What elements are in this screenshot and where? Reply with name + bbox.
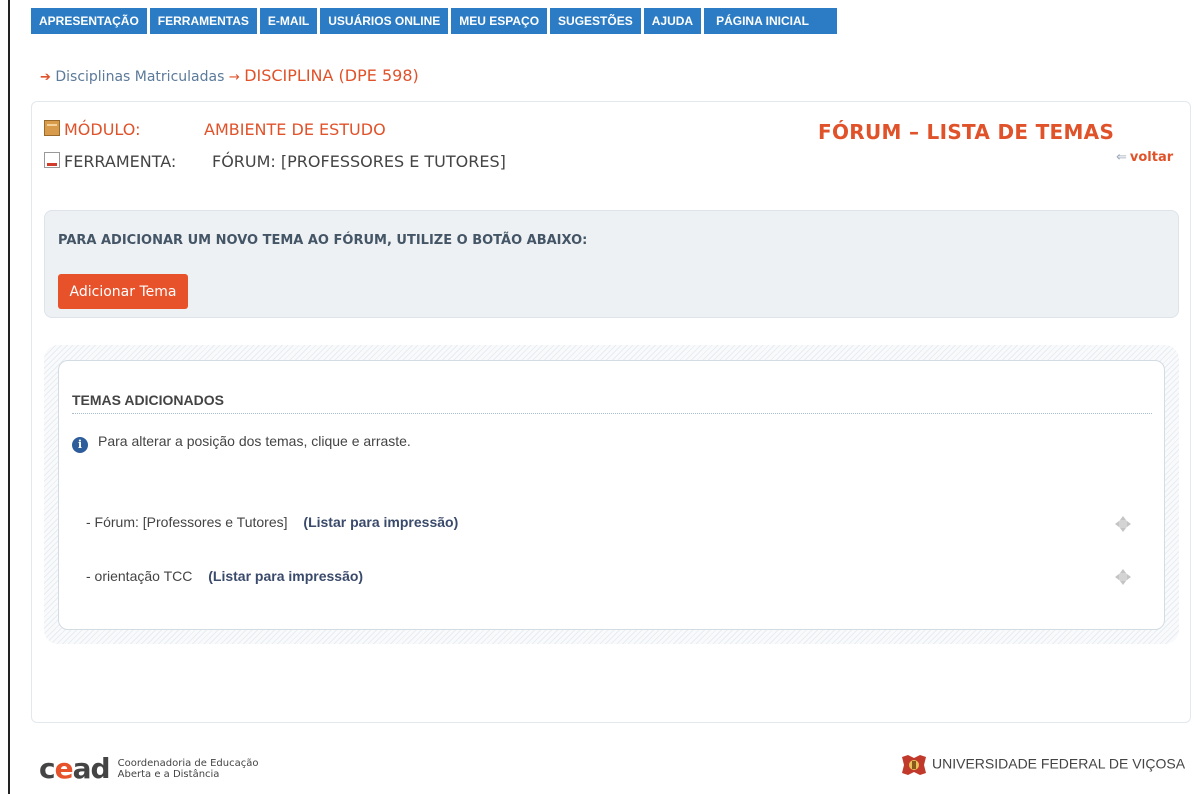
cead-logo-text: Coordenadoria de Educação Aberta e a Dis… [118, 758, 259, 780]
cead-line2: Aberta e a Distância [117, 768, 220, 780]
university-name: UNIVERSIDADE FEDERAL DE VIÇOSA [932, 755, 1186, 772]
nav-usuarios-online[interactable]: USUÁRIOS ONLINE [320, 8, 449, 34]
topics-divider [72, 413, 1152, 414]
nav-sugestoes[interactable]: SUGESTÕES [550, 8, 641, 34]
nav-meu-espaco[interactable]: MEU ESPAÇO [451, 8, 548, 34]
nav-pagina-inicial[interactable]: PÁGINA INICIAL [704, 8, 837, 34]
breadcrumb-disciplinas-link[interactable]: Disciplinas Matriculadas [55, 69, 224, 85]
arrow-right-icon: → [228, 70, 240, 85]
info-icon: i [72, 437, 88, 453]
topics-info-text: Para alterar a posição dos temas, clique… [98, 433, 411, 449]
add-topic-instruction: PARA ADICIONAR UM NOVO TEMA AO FÓRUM, UT… [58, 233, 588, 248]
drag-handle-icon[interactable] [1114, 568, 1132, 586]
topic-name[interactable]: - orientação TCC [86, 568, 192, 584]
breadcrumb-current: DISCIPLINA (DPE 598) [244, 66, 419, 85]
page-title: FÓRUM – LISTA DE TEMAS [818, 120, 1115, 144]
list-item[interactable]: - orientação TCC (Listar para impressão) [86, 568, 363, 584]
print-list-link[interactable]: (Listar para impressão) [208, 568, 363, 584]
back-link[interactable]: ⇐ voltar [1116, 150, 1173, 165]
nav-apresentacao[interactable]: APRESENTAÇÃO [31, 8, 147, 34]
nav-email[interactable]: E-MAIL [259, 8, 318, 34]
print-list-link[interactable]: (Listar para impressão) [303, 514, 458, 530]
nav-ajuda[interactable]: AJUDA [643, 8, 702, 34]
box-icon [44, 120, 60, 136]
topic-name[interactable]: - Fórum: [Professores e Tutores] [86, 514, 288, 530]
ufv-logo[interactable]: UNIVERSIDADE FEDERAL DE VIÇOSA [900, 753, 1185, 777]
topics-heading: TEMAS ADICIONADOS [72, 392, 224, 408]
add-topic-button[interactable]: Adicionar Tema [58, 274, 188, 309]
cead-line1: Coordenadoria de Educação [117, 757, 259, 769]
drag-handle-icon[interactable] [1114, 515, 1132, 533]
module-label: MÓDULO: [64, 120, 141, 139]
topics-info: i Para alterar a posição dos temas, cliqu… [72, 433, 411, 453]
file-icon [44, 152, 60, 168]
breadcrumb: ➔ Disciplinas Matriculadas → DISCIPLINA … [40, 66, 419, 85]
nav-ferramentas[interactable]: FERRAMENTAS [149, 8, 257, 34]
arrow-left-icon: ⇐ [1116, 150, 1127, 165]
tool-value: FÓRUM: [PROFESSORES E TUTORES] [212, 152, 506, 171]
list-item[interactable]: - Fórum: [Professores e Tutores] (Listar… [86, 514, 458, 530]
cead-logo[interactable]: cead Coordenadoria de Educação Aberta e … [39, 752, 258, 785]
arrow-right-icon: ➔ [40, 70, 51, 85]
tool-label: FERRAMENTA: [64, 152, 177, 171]
topics-panel [58, 360, 1165, 630]
back-link-label: voltar [1129, 150, 1174, 165]
module-row: MÓDULO: AMBIENTE DE ESTUDO [44, 120, 386, 139]
page-left-border [8, 0, 10, 794]
ufv-seal-icon [902, 755, 926, 775]
add-topic-box [44, 210, 1179, 318]
cead-logo-mark: cead [39, 752, 111, 785]
top-nav: APRESENTAÇÃO FERRAMENTAS E-MAIL USUÁRIOS… [31, 8, 840, 34]
tool-row: FERRAMENTA: FÓRUM: [PROFESSORES E TUTORES… [44, 152, 506, 171]
module-value: AMBIENTE DE ESTUDO [204, 120, 386, 139]
